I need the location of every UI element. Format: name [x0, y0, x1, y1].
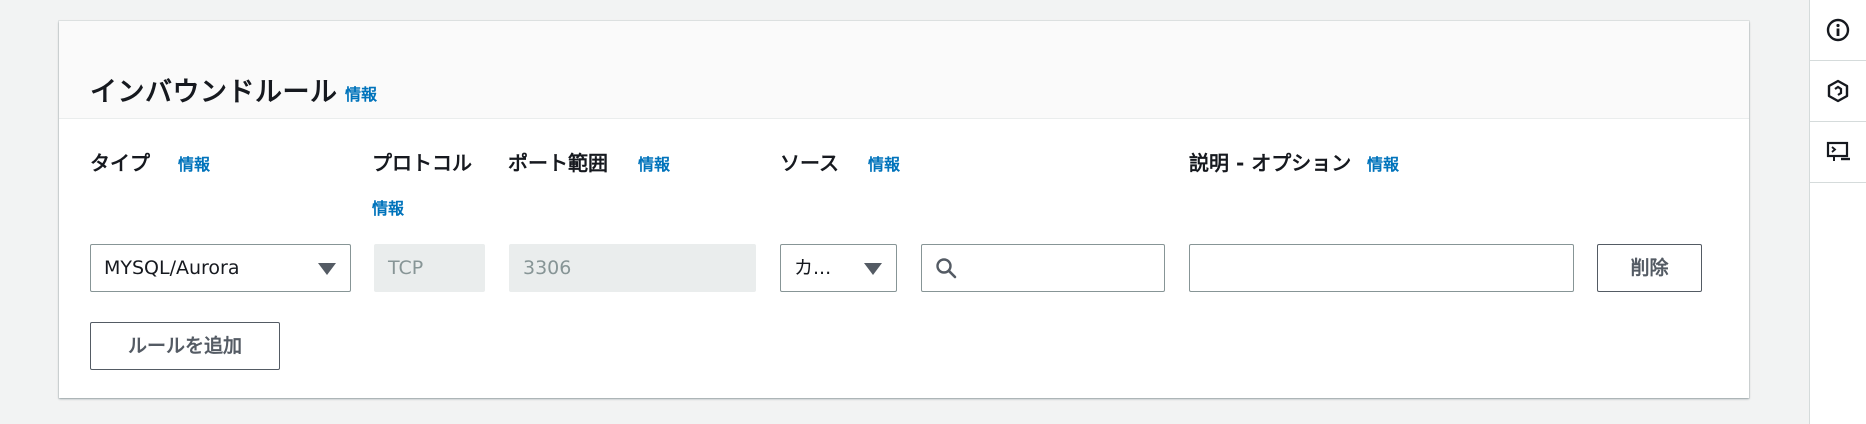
panel-header: インバウンドルール 情報 [59, 21, 1749, 119]
settings-panel-toggle[interactable] [1810, 61, 1866, 122]
port-range-value: 3306 [523, 257, 572, 279]
protocol-column-label: プロトコル [372, 151, 472, 175]
inbound-rules-panel: インバウンドルール 情報 タイプ 情報 プロトコル 情報 ポート範囲 情報 ソー… [59, 21, 1749, 398]
type-select[interactable]: MYSQL/Aurora [90, 244, 351, 292]
screen-terminal-icon [1826, 141, 1850, 161]
source-search-input[interactable] [921, 244, 1165, 292]
section-info-link[interactable]: 情報 [345, 81, 377, 105]
type-column-label: タイプ [90, 151, 150, 175]
chevron-down-icon [318, 263, 336, 275]
right-utility-bar [1809, 0, 1866, 424]
hexagon-settings-icon [1827, 79, 1849, 103]
port-range-column-label: ポート範囲 [508, 151, 608, 175]
description-column-label: 説明 - オプション [1189, 151, 1352, 175]
info-circle-icon [1826, 18, 1850, 42]
protocol-info-link[interactable]: 情報 [372, 195, 404, 219]
add-rule-button[interactable]: ルールを追加 [90, 322, 280, 370]
source-type-value: カ... [794, 257, 832, 279]
chevron-down-icon [864, 263, 882, 275]
protocol-field: TCP [374, 244, 485, 292]
type-select-value: MYSQL/Aurora [104, 257, 240, 279]
type-info-link[interactable]: 情報 [178, 151, 210, 175]
info-panel-toggle[interactable] [1810, 0, 1866, 61]
description-info-link[interactable]: 情報 [1367, 151, 1399, 175]
terminal-panel-toggle[interactable] [1810, 122, 1866, 183]
source-info-link[interactable]: 情報 [868, 151, 900, 175]
source-type-select[interactable]: カ... [780, 244, 897, 292]
delete-button[interactable]: 削除 [1597, 244, 1702, 292]
port-range-info-link[interactable]: 情報 [638, 151, 670, 175]
section-title: インバウンドルール [90, 77, 338, 108]
source-column-label: ソース [780, 151, 839, 175]
search-icon [936, 258, 957, 279]
protocol-value: TCP [388, 257, 424, 279]
description-input[interactable] [1189, 244, 1574, 292]
port-range-field: 3306 [509, 244, 756, 292]
